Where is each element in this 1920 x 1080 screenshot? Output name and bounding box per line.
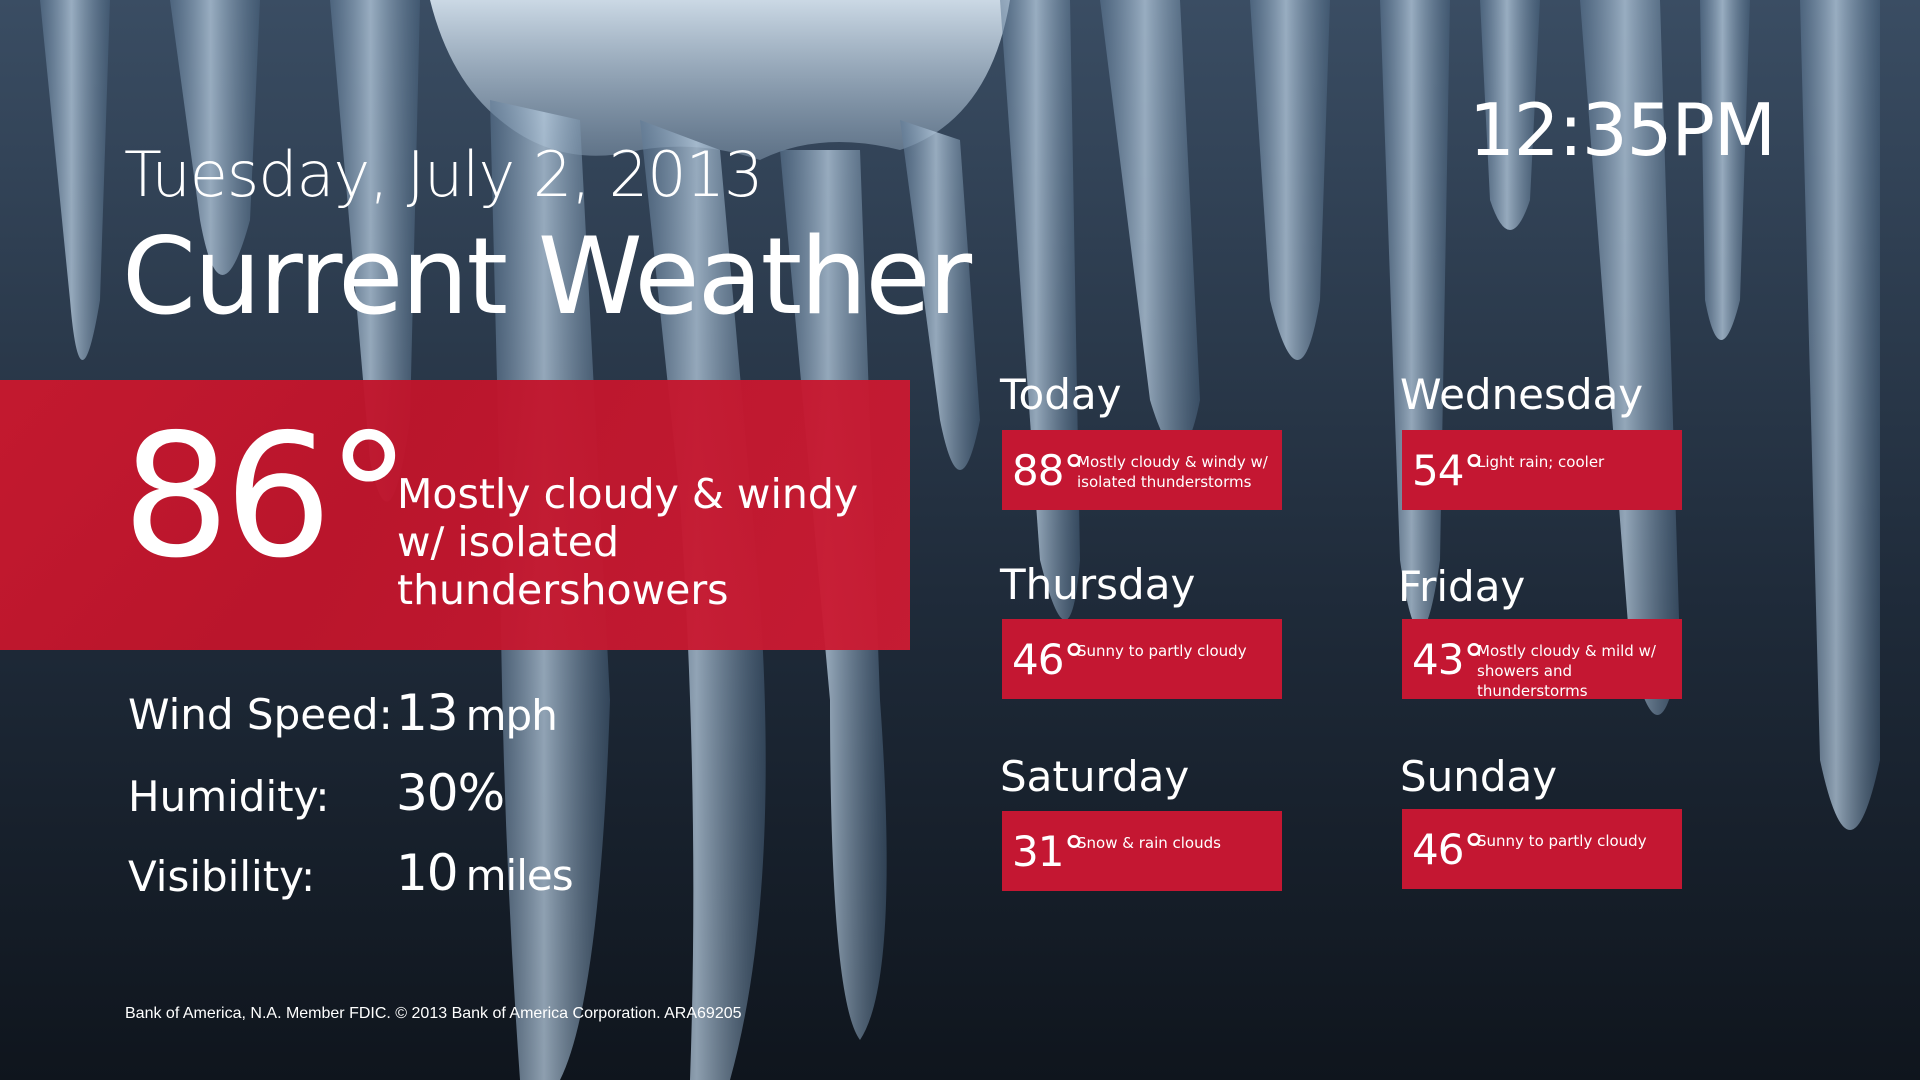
forecast-condition: Sunny to partly cloudy <box>1477 832 1647 850</box>
forecast-temp: 88° <box>1012 446 1084 495</box>
forecast-temp: 31° <box>1012 827 1084 876</box>
forecast-condition: Mostly cloudy & windy w/ isolated thunde… <box>1077 453 1268 491</box>
humidity-value: 30% <box>396 764 505 822</box>
legal-footer: Bank of America, N.A. Member FDIC. © 201… <box>125 1005 742 1022</box>
clock-time: 12:35PM <box>1468 88 1776 172</box>
wind-speed-number: 13 <box>396 684 459 742</box>
humidity-number: 30% <box>396 764 505 822</box>
visibility-number: 10 <box>396 844 459 902</box>
forecast-temp: 46° <box>1412 825 1484 874</box>
forecast-day-today: Today <box>1000 370 1122 419</box>
forecast-card-sunday: 46° Sunny to partly cloudy <box>1402 809 1682 889</box>
forecast-card-saturday: 31° Snow & rain clouds <box>1002 811 1282 891</box>
forecast-condition: Light rain; cooler <box>1477 453 1605 471</box>
visibility-label: Visibility: <box>128 852 316 901</box>
forecast-card-thursday: 46° Sunny to partly cloudy <box>1002 619 1282 699</box>
page-title: Current Weather <box>122 215 972 338</box>
current-condition: Mostly cloudy & windy w/ isolated thunde… <box>397 470 859 614</box>
wind-speed-unit: mph <box>465 691 558 740</box>
forecast-temp: 46° <box>1012 635 1084 684</box>
forecast-card-wednesday: 54° Light rain; cooler <box>1402 430 1682 510</box>
forecast-condition: Mostly cloudy & mild w/ showers and thun… <box>1477 642 1656 700</box>
forecast-condition: Sunny to partly cloudy <box>1077 642 1247 660</box>
visibility-value: 10 miles <box>396 844 574 902</box>
forecast-day-thursday: Thursday <box>1000 560 1196 609</box>
forecast-condition: Snow & rain clouds <box>1077 834 1221 852</box>
visibility-unit: miles <box>465 851 574 900</box>
forecast-day-sunday: Sunday <box>1400 752 1558 801</box>
forecast-temp: 54° <box>1412 446 1484 495</box>
forecast-card-today: 88° Mostly cloudy & windy w/ isolated th… <box>1002 430 1282 510</box>
forecast-card-friday: 43° Mostly cloudy & mild w/ showers and … <box>1402 619 1682 700</box>
forecast-day-wednesday: Wednesday <box>1400 370 1644 419</box>
wind-speed-value: 13 mph <box>396 684 558 742</box>
current-temperature: 86° <box>122 398 411 596</box>
date-label: Tuesday, July 2, 2013 <box>124 138 764 211</box>
humidity-label: Humidity: <box>128 772 330 821</box>
forecast-temp: 43° <box>1412 635 1484 684</box>
forecast-day-friday: Friday <box>1398 562 1526 611</box>
forecast-day-saturday: Saturday <box>1000 752 1190 801</box>
wind-speed-label: Wind Speed: <box>128 690 393 739</box>
